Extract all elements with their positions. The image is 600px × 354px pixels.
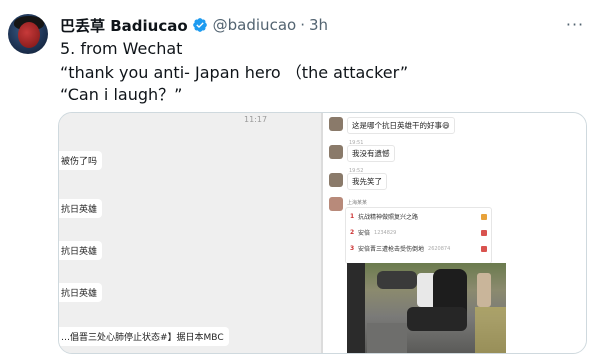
card-row: 3 安倍晋三遭枪击受伤倒地 2620874 — [350, 244, 487, 253]
display-name[interactable]: 巴丢草 Badiucao — [60, 15, 188, 36]
card-row: 1 抗战精神做照复兴之路 — [350, 212, 487, 221]
tweet-header: 巴丢草 Badiucao @badiucao · 3h — [60, 14, 328, 36]
chat-message-row: 这是哪个抗日英雄干的好事😄 — [329, 117, 455, 134]
user-avatar — [329, 197, 343, 211]
card-row-tag — [481, 229, 487, 236]
tweet-time[interactable]: 3h — [309, 16, 328, 34]
avatar-face — [18, 22, 40, 48]
user-avatar — [329, 117, 343, 131]
author-avatar[interactable] — [8, 14, 48, 54]
news-photo — [347, 263, 506, 353]
left-chat-screenshot: 11:17 被伤了吗 抗日英雄 抗日英雄 抗日英雄 …倡晋三处心肺停止状态#】据… — [59, 113, 321, 353]
user-handle[interactable]: @badiucao — [213, 16, 297, 34]
chat-message-row: 我没有遗憾 — [329, 145, 395, 162]
card-row-count: 2620874 — [428, 245, 451, 252]
hot-list-card: 1 抗战精神做照复兴之路 2 安倍 1234829 3 安倍晋三遭枪击受伤倒地 … — [345, 207, 492, 264]
user-avatar — [329, 145, 343, 159]
chat-bubble: 抗日英雄 — [59, 241, 103, 260]
card-row-text: 安倍晋三遭枪击受伤倒地 — [358, 246, 425, 253]
chat-bubble: 这是哪个抗日英雄干的好事😄 — [347, 117, 455, 134]
card-row-text: 安倍 — [358, 230, 371, 237]
chat-message-row: 我先笑了 — [329, 173, 387, 190]
chat-bubble: 被伤了吗 — [59, 151, 103, 170]
tweet-text-line-3: “Can i laugh？” — [60, 85, 183, 104]
verified-badge-icon — [192, 18, 207, 32]
card-row-number: 2 — [350, 229, 355, 236]
card-row-tag — [481, 245, 487, 252]
status-bar-time: 11:17 — [244, 115, 268, 124]
card-row-text: 抗战精神做照复兴之路 — [358, 214, 419, 221]
sender-name: 上海某某 — [347, 200, 368, 206]
right-chat-screenshot: 这是哪个抗日英雄干的好事😄 19:51 我没有遗憾 19:52 我先笑了 上海某… — [323, 113, 586, 353]
chat-bubble: 抗日英雄 — [59, 199, 103, 218]
card-row-number: 1 — [350, 213, 355, 220]
chat-bubble: 我先笑了 — [347, 173, 387, 190]
separator-dot: · — [300, 16, 305, 34]
chat-bubble: …倡晋三处心肺停止状态#】据日本MBC — [59, 327, 229, 346]
chat-bubble: 我没有遗憾 — [347, 145, 395, 162]
tweet-text-line-1: 5. from Wechat — [60, 39, 183, 58]
card-row: 2 安倍 1234829 — [350, 228, 487, 237]
card-row-number: 3 — [350, 245, 355, 252]
user-avatar — [329, 173, 343, 187]
attached-screenshot-image[interactable]: 11:17 被伤了吗 抗日英雄 抗日英雄 抗日英雄 …倡晋三处心肺停止状态#】据… — [58, 112, 587, 354]
more-options-icon[interactable]: ··· — [564, 15, 586, 34]
card-row-count: 1234829 — [374, 229, 397, 236]
card-row-tag — [481, 213, 487, 220]
tweet-text-line-2: “thank you anti- Japan hero （the attacke… — [60, 63, 409, 82]
chat-bubble: 抗日英雄 — [59, 283, 103, 302]
